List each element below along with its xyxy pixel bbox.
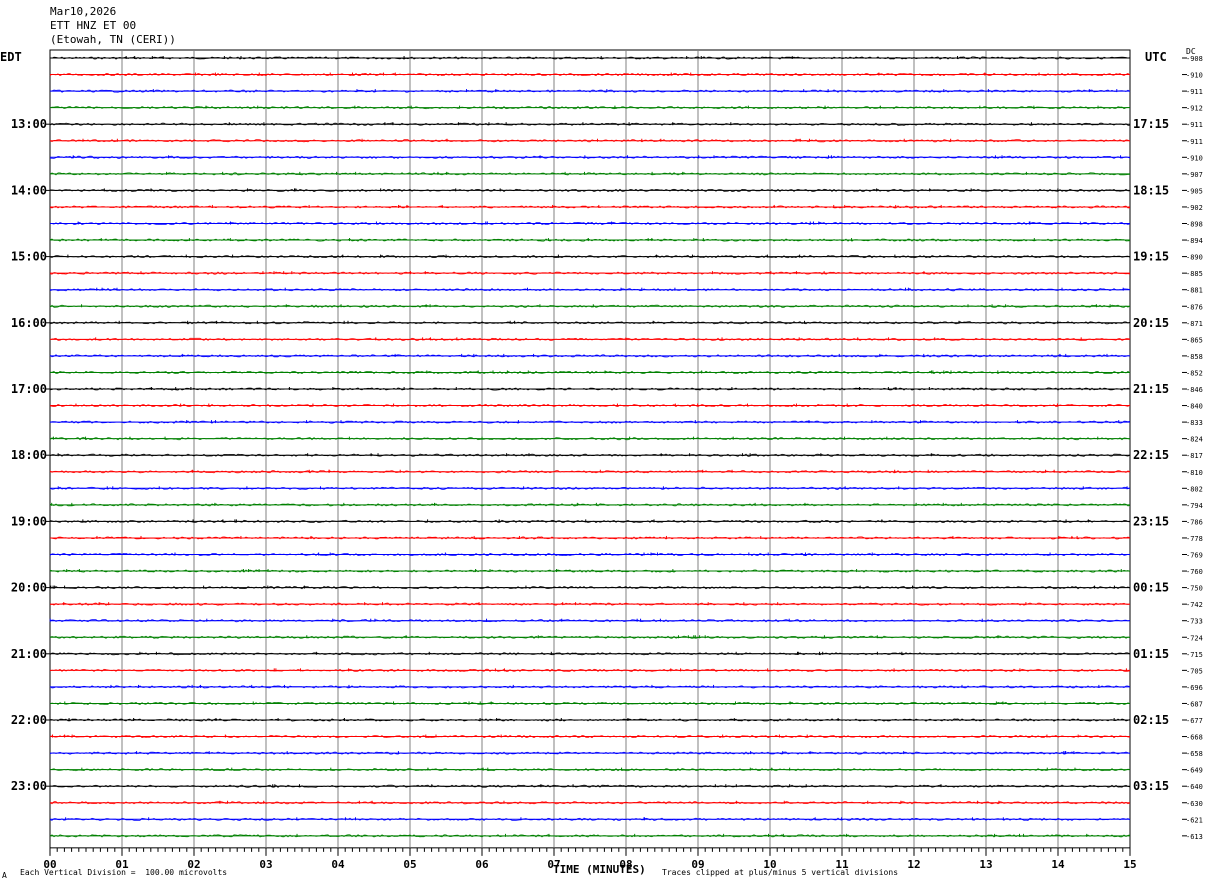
utc-hour-label: 00:15 (1133, 581, 1169, 595)
edt-hour-label: 17:00 (11, 382, 47, 396)
dc-offset-label: -885 (1186, 270, 1203, 278)
edt-hour-label: 23:00 (11, 779, 47, 793)
dc-offset-label: -649 (1186, 767, 1203, 775)
dc-offset-label: -846 (1186, 386, 1203, 394)
dc-offset-label: -911 (1186, 88, 1203, 96)
dc-offset-label: -630 (1186, 800, 1203, 808)
dc-offset-label: -621 (1186, 816, 1203, 824)
x-axis-label: TIME (MINUTES) (553, 863, 646, 876)
trace-noise (49, 238, 1131, 242)
dc-offset-label: -715 (1186, 651, 1203, 659)
dc-offset-label: -668 (1186, 734, 1203, 742)
dc-offset-label: -876 (1186, 303, 1203, 311)
dc-offset-label: -640 (1186, 783, 1203, 791)
utc-hour-label: 02:15 (1133, 713, 1169, 727)
dc-offset-label: -871 (1186, 320, 1203, 328)
utc-hour-label: 17:15 (1133, 117, 1169, 131)
dc-offset-label: -911 (1186, 138, 1203, 146)
dc-offset-label: -687 (1186, 700, 1203, 708)
dc-offset-label: -733 (1186, 618, 1203, 626)
plot-frame (49, 49, 1131, 849)
dc-offset-label: -824 (1186, 436, 1203, 444)
clipping-note: Traces clipped at plus/minus 5 vertical … (662, 868, 899, 877)
dc-offset-label: -786 (1186, 518, 1203, 526)
dc-offset-label: -911 (1186, 121, 1203, 129)
dc-offset-label: -833 (1186, 419, 1203, 427)
x-tick-label: 14 (1051, 858, 1065, 871)
edt-hour-label: 16:00 (11, 316, 47, 330)
dc-offset-label: -898 (1186, 221, 1203, 229)
utc-hour-label: 19:15 (1133, 250, 1169, 264)
dc-offset-label: -696 (1186, 684, 1203, 692)
dc-offset-label: -750 (1186, 585, 1203, 593)
utc-hour-label: 18:15 (1133, 183, 1169, 197)
dc-offset-label: -910 (1186, 72, 1203, 80)
dc-offset-label: -858 (1186, 353, 1203, 361)
edt-hour-label: 15:00 (11, 250, 47, 264)
trace-noise (49, 536, 1131, 540)
helicorder-plot: -908 -910 -911 -912 -911 -911 -910 -907 -905 -902… (11, 49, 1203, 871)
dc-offset-label: -894 (1186, 237, 1203, 245)
x-tick-label: 05 (403, 858, 416, 871)
utc-hour-label: 23:15 (1133, 514, 1169, 528)
dc-offset-label: -760 (1186, 568, 1203, 576)
dc-offset-label: -613 (1186, 833, 1203, 841)
edt-hour-label: 14:00 (11, 183, 47, 197)
dc-offset-label: -910 (1186, 154, 1203, 162)
dc-offset-label: -724 (1186, 634, 1203, 642)
trace-noise (49, 288, 1131, 292)
x-tick-label: 06 (475, 858, 489, 871)
dc-offset-label: -778 (1186, 535, 1203, 543)
dc-offset-label: -890 (1186, 254, 1203, 262)
dc-offset-label: -677 (1186, 717, 1203, 725)
dc-offset-label: -742 (1186, 601, 1203, 609)
utc-hour-label: 03:15 (1133, 779, 1169, 793)
dc-offset-label: -908 (1186, 55, 1203, 63)
dc-offset-label: -658 (1186, 750, 1203, 758)
dc-offset-label: -905 (1186, 187, 1203, 195)
dc-offset-label: -902 (1186, 204, 1203, 212)
flag-marker: A (2, 871, 7, 880)
dc-offset-label: -802 (1186, 485, 1203, 493)
dc-offset-label: -769 (1186, 552, 1203, 560)
edt-hour-label: 13:00 (11, 117, 47, 131)
dc-offset-label: -881 (1186, 287, 1203, 295)
utc-hour-label: 22:15 (1133, 448, 1169, 462)
dc-offset-label: -852 (1186, 369, 1203, 377)
dc-offset-label: -705 (1186, 667, 1203, 675)
edt-hour-label: 22:00 (11, 713, 47, 727)
edt-hour-label: 20:00 (11, 581, 47, 595)
dc-offset-label: -840 (1186, 403, 1203, 411)
trace-noise (50, 188, 1130, 193)
dc-offset-label: -794 (1186, 502, 1203, 510)
x-tick-label: 04 (331, 858, 345, 871)
edt-hour-label: 21:00 (11, 647, 47, 661)
edt-hour-label: 18:00 (11, 448, 47, 462)
utc-hour-label: 01:15 (1133, 647, 1169, 661)
x-tick-label: 13 (979, 858, 992, 871)
dc-offset-label: -865 (1186, 336, 1203, 344)
x-tick-label: 03 (259, 858, 272, 871)
x-tick-label: 12 (907, 858, 920, 871)
dc-offset-label: -912 (1186, 105, 1203, 113)
vertical-division-note: Each Vertical Division = 100.00 microvol… (20, 868, 228, 877)
edt-hour-label: 19:00 (11, 514, 47, 528)
dc-offset-label: -817 (1186, 452, 1203, 460)
utc-hour-label: 20:15 (1133, 316, 1169, 330)
x-tick-label: 15 (1123, 858, 1136, 871)
utc-hour-label: 21:15 (1133, 382, 1169, 396)
dc-offset-label: -907 (1186, 171, 1203, 179)
dc-offset-label: -810 (1186, 469, 1203, 477)
